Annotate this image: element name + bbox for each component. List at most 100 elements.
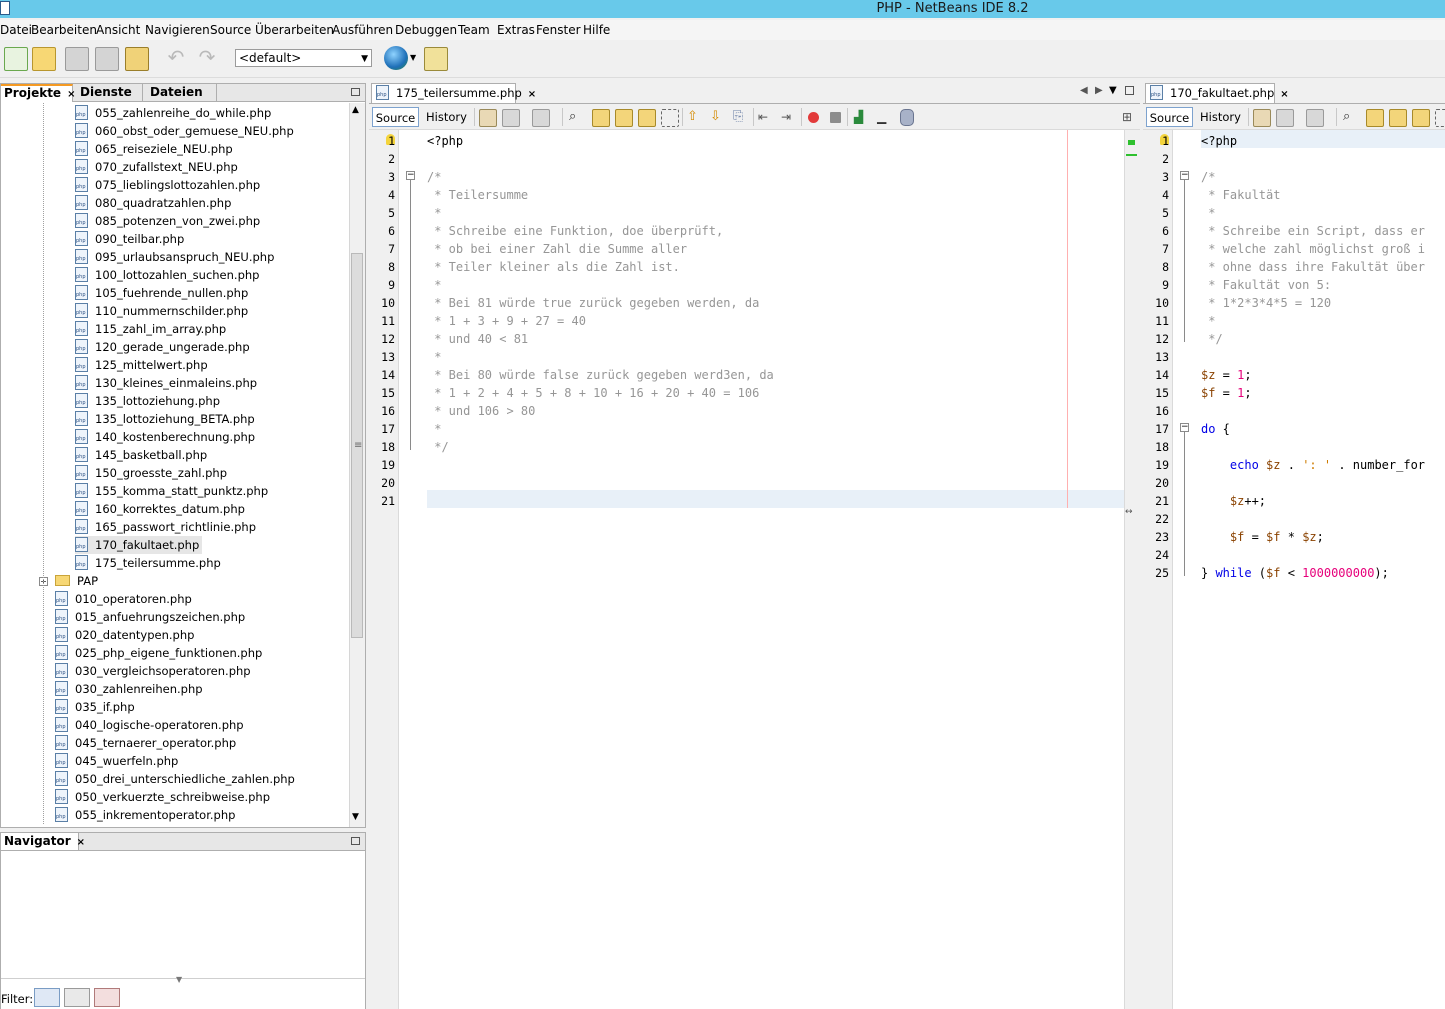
tree-file-item[interactable]: 115_zahl_im_array.php bbox=[75, 320, 226, 338]
tree-file-item[interactable]: 155_komma_statt_punktz.php bbox=[75, 482, 268, 500]
scroll-down-icon[interactable]: ▼ bbox=[352, 812, 359, 822]
tree-file-item[interactable]: 030_vergleichsoperatoren.php bbox=[55, 662, 251, 680]
tree-file-item[interactable]: 145_basketball.php bbox=[75, 446, 207, 464]
toggle-highlight-icon[interactable] bbox=[1412, 109, 1430, 127]
new-project-icon[interactable] bbox=[32, 47, 56, 71]
scroll-tabs-right-icon[interactable]: ▶ bbox=[1095, 85, 1103, 96]
find-next-icon[interactable] bbox=[1389, 109, 1407, 127]
database-icon[interactable] bbox=[900, 109, 914, 126]
minimize-icon[interactable] bbox=[351, 88, 360, 96]
maximize-icon[interactable] bbox=[1125, 86, 1134, 95]
forward-icon[interactable] bbox=[532, 109, 550, 127]
rectangular-selection-icon[interactable] bbox=[661, 109, 679, 127]
close-icon[interactable]: × bbox=[67, 89, 75, 100]
tree-file-item[interactable]: 015_anfuehrungszeichen.php bbox=[55, 608, 245, 626]
tab-dienste[interactable]: Dienste bbox=[77, 84, 143, 101]
tree-file-item[interactable]: 130_kleines_einmaleins.php bbox=[75, 374, 257, 392]
tree-file-item[interactable]: 125_mittelwert.php bbox=[75, 356, 208, 374]
menu-debuggen[interactable]: Debuggen bbox=[395, 23, 457, 37]
redo-icon[interactable]: ↷ bbox=[196, 47, 218, 69]
filter-nonpublic-icon[interactable] bbox=[64, 988, 90, 1007]
history-tab[interactable]: History bbox=[1198, 107, 1243, 127]
start-macro-icon[interactable] bbox=[808, 112, 819, 123]
tree-file-item[interactable]: 060_obst_oder_gemuese_NEU.php bbox=[75, 122, 294, 140]
last-edit-icon[interactable] bbox=[1253, 109, 1271, 127]
find-previous-icon[interactable] bbox=[592, 109, 610, 127]
menu-bearbeiten[interactable]: Bearbeiten bbox=[31, 23, 97, 37]
back-icon[interactable] bbox=[1276, 109, 1294, 127]
filter-static-icon[interactable] bbox=[94, 988, 120, 1007]
tree-file-item[interactable]: 105_fuehrende_nullen.php bbox=[75, 284, 248, 302]
menu-hilfe[interactable]: Hilfe bbox=[583, 23, 610, 37]
new-file-icon[interactable] bbox=[4, 47, 28, 71]
menu-ueberarbeiten[interactable]: Überarbeiten bbox=[255, 23, 334, 37]
source-tab[interactable]: Source bbox=[1146, 107, 1193, 127]
find-icon[interactable]: ⌕ bbox=[569, 109, 585, 125]
fold-collapse-icon[interactable]: − bbox=[406, 171, 415, 180]
editor-tab-fakultaet[interactable]: 170_fakultaet.php × bbox=[1145, 83, 1289, 103]
open-project-icon[interactable] bbox=[125, 47, 149, 71]
tree-file-item[interactable]: 065_reiseziele_NEU.php bbox=[75, 140, 233, 158]
forward-icon[interactable] bbox=[1306, 109, 1324, 127]
close-icon[interactable]: × bbox=[77, 837, 85, 848]
tree-file-item[interactable]: 150_groesste_zahl.php bbox=[75, 464, 227, 482]
menu-ansicht[interactable]: Ansicht bbox=[96, 23, 140, 37]
undo-icon[interactable]: ↶ bbox=[165, 47, 187, 69]
tree-file-item[interactable]: 085_potenzen_von_zwei.php bbox=[75, 212, 260, 230]
find-icon[interactable]: ⌕ bbox=[1343, 109, 1359, 125]
menu-source[interactable]: Source bbox=[210, 23, 251, 37]
menu-extras[interactable]: Extras bbox=[497, 23, 535, 37]
tree-file-item[interactable]: 165_passwort_richtlinie.php bbox=[75, 518, 256, 536]
tree-file-item[interactable]: 025_php_eigene_funktionen.php bbox=[55, 644, 262, 662]
tab-projekte[interactable]: Projekte × bbox=[1, 84, 75, 102]
find-next-icon[interactable] bbox=[615, 109, 633, 127]
save-icon[interactable] bbox=[65, 47, 89, 71]
minimize-icon[interactable] bbox=[351, 837, 360, 845]
scroll-tabs-left-icon[interactable]: ◀ bbox=[1080, 85, 1088, 96]
menu-fenster[interactable]: Fenster bbox=[536, 23, 581, 37]
tree-file-item[interactable]: 030_zahlenreihen.php bbox=[55, 680, 203, 698]
toggle-highlight-icon[interactable] bbox=[638, 109, 656, 127]
rectangular-selection-icon[interactable] bbox=[1435, 109, 1445, 127]
menu-datei[interactable]: Datei bbox=[0, 23, 32, 37]
tree-file-item[interactable]: 045_ternaerer_operator.php bbox=[55, 734, 236, 752]
menu-team[interactable]: Team bbox=[458, 23, 490, 37]
back-icon[interactable] bbox=[502, 109, 520, 127]
filter-fields-icon[interactable] bbox=[34, 988, 60, 1007]
tab-list-dropdown-icon[interactable]: ▼ bbox=[1109, 85, 1117, 96]
tree-file-item[interactable]: 055_inkrementoperator.php bbox=[55, 806, 235, 824]
close-icon[interactable]: × bbox=[528, 89, 536, 100]
splitter-arrow-icon[interactable]: ▼ bbox=[176, 975, 182, 984]
show-diff-icon[interactable]: ▟ bbox=[854, 109, 870, 125]
tab-navigator[interactable]: Navigator × bbox=[1, 833, 85, 850]
tab-dateien[interactable]: Dateien bbox=[147, 84, 217, 101]
tree-file-item[interactable]: 120_gerade_ungerade.php bbox=[75, 338, 250, 356]
menu-navigieren[interactable]: Navigieren bbox=[145, 23, 210, 37]
tree-file-item[interactable]: 090_teilbar.php bbox=[75, 230, 184, 248]
last-edit-icon[interactable] bbox=[479, 109, 497, 127]
tree-file-item[interactable]: 075_lieblingslottozahlen.php bbox=[75, 176, 260, 194]
tree-file-item[interactable]: 040_logische-operatoren.php bbox=[55, 716, 244, 734]
browser-globe-icon[interactable] bbox=[384, 46, 408, 70]
tree-file-item[interactable]: 135_lottoziehung_BETA.php bbox=[75, 410, 255, 428]
tree-file-item[interactable]: 035_if.php bbox=[55, 698, 135, 716]
scroll-up-icon[interactable]: ▲ bbox=[352, 105, 359, 115]
source-tab[interactable]: Source bbox=[372, 107, 419, 127]
tree-file-item[interactable]: 055_zahlenreihe_do_while.php bbox=[75, 104, 271, 122]
browser-dropdown-icon[interactable]: ▼ bbox=[410, 53, 416, 62]
save-all-icon[interactable] bbox=[95, 47, 119, 71]
run-project-icon[interactable] bbox=[424, 47, 448, 71]
tree-folder-item[interactable]: PAP bbox=[55, 572, 98, 590]
projects-scrollbar[interactable]: ▲ ≡ ▼ bbox=[349, 103, 365, 827]
split-editor-icon[interactable]: ⊞ bbox=[1122, 110, 1132, 124]
tree-file-item[interactable]: 010_operatoren.php bbox=[55, 590, 192, 608]
configuration-select[interactable]: <default> ▼ bbox=[235, 49, 372, 67]
shift-left-icon[interactable]: ⇤ bbox=[758, 109, 774, 125]
shift-right-icon[interactable]: ⇥ bbox=[781, 109, 797, 125]
tree-file-item[interactable]: 050_drei_unterschiedliche_zahlen.php bbox=[55, 770, 295, 788]
find-previous-icon[interactable] bbox=[1366, 109, 1384, 127]
tree-file-item[interactable]: 080_quadratzahlen.php bbox=[75, 194, 231, 212]
tree-file-item[interactable]: 140_kostenberechnung.php bbox=[75, 428, 255, 446]
tree-file-item[interactable]: 160_korrektes_datum.php bbox=[75, 500, 245, 518]
fold-collapse-icon[interactable]: − bbox=[1180, 423, 1189, 432]
